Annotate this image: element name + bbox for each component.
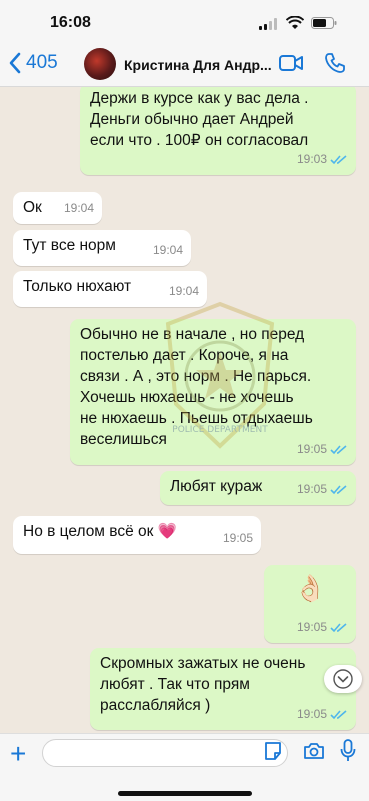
- read-receipt-icon: [330, 709, 347, 719]
- message-text: Но в целом всё ок 💗: [23, 523, 178, 540]
- message-meta: 19:03: [297, 149, 348, 170]
- cellular-signal-icon: [259, 18, 277, 30]
- battery-icon: [311, 17, 337, 29]
- message-bubble-incoming[interactable]: Тут все норм 19:04: [13, 230, 191, 266]
- video-call-icon[interactable]: [279, 54, 303, 72]
- camera-icon[interactable]: [303, 741, 325, 761]
- message-time: 19:03: [296, 152, 327, 166]
- message-bubble-outgoing[interactable]: Любят кураж 19:05: [160, 471, 356, 505]
- home-indicator: [118, 791, 252, 796]
- contact-name[interactable]: Кристина Для Андр...: [124, 57, 272, 73]
- message-time: 19:05: [296, 442, 327, 456]
- message-text: Держи в курсе как у вас дела . Деньги об…: [90, 90, 309, 149]
- message-meta: 19:05: [297, 704, 348, 725]
- message-time: 19:05: [296, 707, 327, 721]
- message-time: 19:05: [222, 531, 253, 545]
- message-meta: 19:05: [223, 528, 253, 549]
- input-bar: +: [0, 733, 369, 801]
- message-time: 19:05: [296, 482, 327, 496]
- scroll-to-bottom-button[interactable]: [324, 665, 362, 693]
- unread-count: 405: [26, 52, 58, 73]
- message-bubble-incoming[interactable]: Но в целом всё ок 💗 19:05: [13, 516, 261, 554]
- message-meta: 19:05: [297, 439, 348, 460]
- read-receipt-icon: [330, 444, 347, 454]
- message-meta: 19:04: [169, 281, 199, 302]
- back-button[interactable]: 405: [8, 52, 58, 74]
- mic-icon[interactable]: [340, 739, 356, 763]
- message-input[interactable]: [42, 739, 288, 767]
- avatar[interactable]: [84, 48, 116, 80]
- phone-icon[interactable]: [324, 52, 346, 74]
- message-bubble-incoming[interactable]: Ок 19:04: [13, 192, 102, 224]
- wifi-icon: [286, 16, 304, 29]
- watermark-text: POLICE DEPARTMENT: [172, 425, 268, 435]
- chevron-left-icon: [9, 52, 21, 74]
- read-receipt-icon: [330, 154, 347, 164]
- status-bar: 16:08: [0, 0, 369, 44]
- status-time: 16:08: [50, 14, 91, 31]
- message-bubble-outgoing[interactable]: 👌🏻 19:05: [264, 565, 356, 643]
- chat-header: 405 Кристина Для Андр...: [0, 44, 369, 87]
- message-time: 19:04: [168, 284, 199, 298]
- message-bubble-outgoing[interactable]: Держи в курсе как у вас дела . Деньги об…: [80, 87, 356, 175]
- plus-icon[interactable]: +: [10, 740, 26, 768]
- read-receipt-icon: [330, 484, 347, 494]
- chevron-down-icon: [333, 669, 353, 689]
- police-seal-watermark: POLICE DEPARTMENT: [165, 301, 275, 449]
- message-emoji: 👌🏻: [294, 573, 327, 603]
- message-time: 19:05: [296, 620, 327, 634]
- message-time: 19:04: [63, 201, 94, 215]
- message-meta: 19:04: [64, 198, 94, 219]
- read-receipt-icon: [330, 622, 347, 632]
- sticker-icon[interactable]: [263, 741, 283, 761]
- message-time: 19:04: [152, 243, 183, 257]
- message-meta: 19:05: [297, 617, 348, 638]
- message-bubble-outgoing[interactable]: Скромных зажатых не очень любят . Так чт…: [90, 648, 356, 730]
- message-meta: 19:04: [153, 240, 183, 261]
- message-meta: 19:05: [297, 479, 348, 500]
